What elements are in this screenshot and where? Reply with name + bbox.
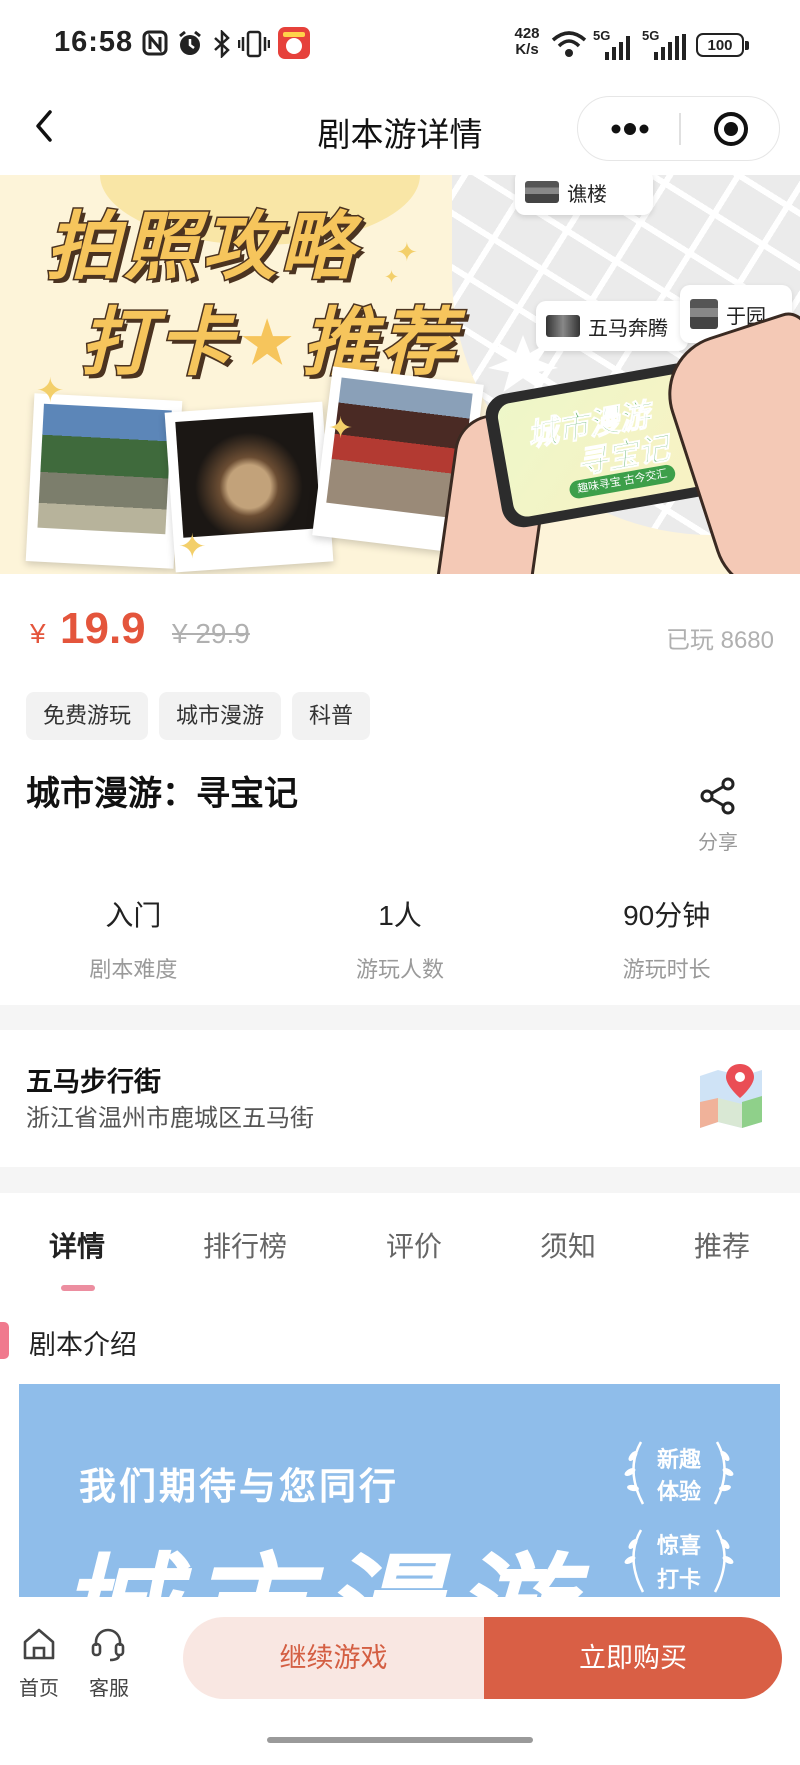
buy-now-button[interactable]: 立即购买 bbox=[484, 1617, 782, 1699]
capsule-divider bbox=[679, 113, 681, 145]
battery-cap bbox=[745, 41, 749, 50]
bluetooth-icon bbox=[214, 30, 230, 58]
app-notification-icon bbox=[278, 27, 310, 59]
sparkle-icon: ✦ bbox=[384, 267, 400, 287]
photo-card-1 bbox=[25, 393, 183, 569]
status-time: 16:58 bbox=[54, 26, 134, 58]
stat-difficulty: 入门 剧本难度 bbox=[0, 894, 267, 984]
signal-icon bbox=[605, 36, 630, 60]
net-speed-unit: K/s bbox=[515, 41, 539, 58]
home-indicator[interactable] bbox=[267, 1737, 533, 1743]
status-bar: 16:58 428 K/s 5G 5G 100 bbox=[0, 0, 800, 90]
stat-value: 1人 bbox=[378, 900, 422, 931]
tab-recommend[interactable]: 推荐 bbox=[694, 1225, 750, 1265]
banner-headline-2a: 打卡 bbox=[79, 300, 236, 386]
signal-icon bbox=[654, 34, 686, 60]
nav-home-label[interactable]: 首页 bbox=[14, 1672, 64, 1701]
badge-new-experience: 新趣 体验 bbox=[619, 1434, 739, 1514]
tab-notice[interactable]: 须知 bbox=[540, 1225, 596, 1265]
price-original: ¥ 29.9 bbox=[172, 618, 250, 649]
script-title: 城市漫游：寻宝记 bbox=[26, 775, 298, 813]
mini-program-capsule bbox=[577, 96, 780, 161]
section-accent-bar bbox=[0, 1322, 9, 1359]
tag-list: 免费游玩 城市漫游 科普 bbox=[26, 692, 371, 740]
tag: 科普 bbox=[292, 692, 371, 740]
star-icon: ★ bbox=[241, 310, 297, 375]
photo-pagoda bbox=[175, 412, 322, 538]
sparkle-icon: ✦ bbox=[178, 528, 207, 566]
section-divider bbox=[0, 1005, 800, 1030]
intro-big-title: 城市漫游 bbox=[57, 1514, 585, 1597]
stat-value: 入门 bbox=[105, 900, 162, 931]
pavilion-icon bbox=[690, 299, 718, 329]
sparkle-icon: ✦ bbox=[328, 412, 354, 445]
section-heading: 剧本介绍 bbox=[29, 1330, 137, 1360]
sparkle-icon: ✦ bbox=[36, 372, 65, 410]
net-speed: 428 K/s bbox=[508, 26, 546, 58]
map-icon[interactable] bbox=[696, 1062, 766, 1132]
photo-statue bbox=[37, 403, 172, 535]
section-divider bbox=[0, 1167, 800, 1193]
tab-leaderboard[interactable]: 排行榜 bbox=[203, 1225, 287, 1265]
screen: 16:58 428 K/s 5G 5G 100 剧本游详情 谯楼 五马奔腾 于园… bbox=[0, 0, 800, 1765]
more-dots-icon[interactable] bbox=[608, 115, 652, 143]
badge-line-1: 新趣 bbox=[656, 1447, 701, 1472]
badge-line-2: 打卡 bbox=[656, 1567, 701, 1592]
target-icon[interactable] bbox=[712, 110, 750, 148]
stat-label: 剧本难度 bbox=[89, 957, 178, 982]
continue-game-button[interactable]: 继续游戏 bbox=[183, 1617, 484, 1699]
battery-icon: 100 bbox=[696, 33, 744, 57]
statue-icon bbox=[546, 315, 580, 337]
stat-players: 1人 游玩人数 bbox=[267, 894, 534, 984]
vibrate-icon bbox=[238, 30, 270, 58]
stat-value: 90分钟 bbox=[623, 900, 711, 931]
price-current: 19.9 bbox=[60, 604, 146, 653]
map-label-wuma: 五马奔腾 bbox=[536, 301, 688, 351]
alarm-icon bbox=[179, 30, 201, 55]
battery-level: 100 bbox=[700, 37, 740, 54]
building-icon bbox=[525, 181, 559, 203]
map-label-text: 谯楼 bbox=[567, 183, 607, 206]
map-label-text: 五马奔腾 bbox=[588, 317, 668, 340]
location-name[interactable]: 五马步行街 bbox=[26, 1060, 161, 1099]
tab-details[interactable]: 详情 bbox=[49, 1225, 105, 1265]
stats-row: 入门 剧本难度 1人 游玩人数 90分钟 游玩时长 bbox=[0, 894, 800, 984]
net-speed-value: 428 bbox=[514, 25, 540, 42]
tag: 城市漫游 bbox=[159, 692, 282, 740]
stat-duration: 90分钟 游玩时长 bbox=[533, 894, 800, 984]
wifi-icon bbox=[551, 31, 587, 57]
share-label[interactable]: 分享 bbox=[690, 826, 746, 855]
intro-image: 我们期待与您同行 城市漫游 新趣 体验 bbox=[19, 1384, 780, 1597]
stat-label: 游玩人数 bbox=[355, 957, 444, 982]
tab-reviews[interactable]: 评价 bbox=[386, 1225, 442, 1265]
home-icon[interactable] bbox=[21, 1626, 57, 1662]
customer-service-icon[interactable] bbox=[90, 1626, 126, 1662]
badge-line-2: 体验 bbox=[656, 1479, 701, 1504]
nav-service-label[interactable]: 客服 bbox=[84, 1672, 134, 1701]
share-icon[interactable] bbox=[698, 776, 738, 816]
location-address[interactable]: 浙江省温州市鹿城区五马街 bbox=[26, 1098, 314, 1133]
tag: 免费游玩 bbox=[26, 692, 149, 740]
banner-headline-1: 拍照攻略 bbox=[45, 204, 358, 290]
map-label-qiaolou: 谯楼 bbox=[515, 175, 653, 215]
hero-banner[interactable]: 谯楼 五马奔腾 于园 拍照攻略 打卡 ★推荐 ✦ ✦ ✦ ✦ ✦ 城市漫游 寻宝… bbox=[0, 175, 800, 574]
nfc-icon bbox=[142, 30, 168, 56]
tab-indicator bbox=[61, 1285, 95, 1291]
played-count: 已玩 8680 bbox=[665, 627, 774, 654]
sparkle-icon: ✦ bbox=[396, 237, 418, 267]
badge-surprise-checkin: 惊喜 打卡 bbox=[619, 1522, 739, 1597]
intro-tagline: 我们期待与您同行 bbox=[79, 1466, 399, 1507]
badge-line-1: 惊喜 bbox=[656, 1533, 701, 1558]
price-currency: ¥ bbox=[30, 618, 46, 649]
stat-label: 游玩时长 bbox=[622, 957, 711, 982]
